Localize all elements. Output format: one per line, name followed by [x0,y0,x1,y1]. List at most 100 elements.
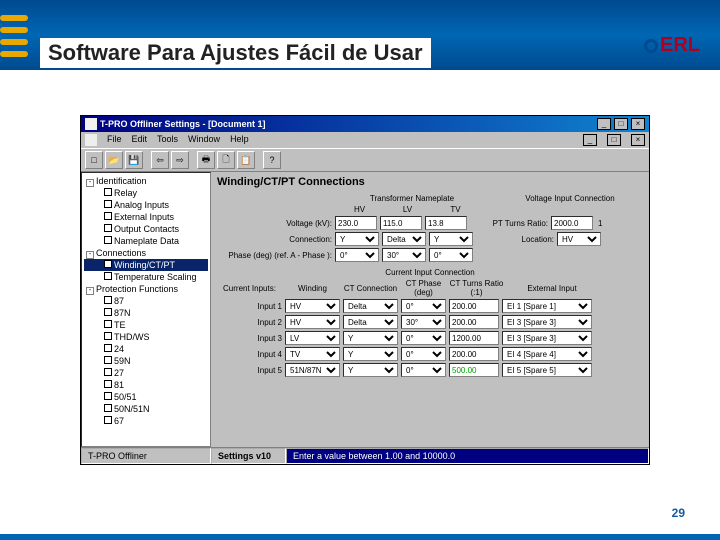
ct-phase-select[interactable]: 0° [401,331,446,345]
external-input-select[interactable]: EI 3 [Spare 3] [502,331,592,345]
menu-tools[interactable]: Tools [157,134,178,146]
toolbar-new-button[interactable]: □ [85,151,103,169]
connection-hv-select[interactable]: Y [335,232,379,246]
winding-select[interactable]: HV [285,299,340,313]
tree-item[interactable]: 87 [84,295,208,307]
doc-maximize-button[interactable]: □ [607,134,621,146]
toolbar-help-button[interactable]: ? [263,151,281,169]
ct-phase-select[interactable]: 0° [401,347,446,361]
tree-item[interactable]: Nameplate Data [84,235,208,247]
external-input-select[interactable]: EI 5 [Spare 5] [502,363,592,377]
pt-ratio-suffix: 1 [598,219,602,228]
ct-ratio-input[interactable] [449,363,499,377]
phase-lv-select[interactable]: 30° [382,248,426,262]
ring-decoration [0,15,28,57]
external-input-select[interactable]: EI 4 [Spare 4] [502,347,592,361]
ct-connection-select[interactable]: Delta [343,299,398,313]
status-message: Enter a value between 1.00 and 10000.0 [286,448,649,464]
titlebar: T-PRO Offliner Settings - [Document 1] _… [81,116,649,132]
toolbar-open-button[interactable]: 📂 [105,151,123,169]
tree-item[interactable]: -Connections [84,247,208,259]
status-app: T-PRO Offliner [81,448,211,464]
connection-tv-select[interactable]: Y [429,232,473,246]
external-input-select[interactable]: EI 1 [Spare 1] [502,299,592,313]
statusbar: T-PRO Offliner Settings v10 Enter a valu… [81,447,649,464]
tree-item[interactable]: 50N/51N [84,403,208,415]
tree-item[interactable]: Relay [84,187,208,199]
pt-ratio-input[interactable] [551,216,593,230]
minimize-button[interactable]: _ [597,118,611,130]
location-select[interactable]: HV [557,232,601,246]
menu-window[interactable]: Window [188,134,220,146]
col-tv: TV [433,205,478,214]
ct-ratio-input[interactable] [449,331,499,345]
winding-select[interactable]: 51N/87N [285,363,340,377]
menubar: File Edit Tools Window Help _ □ × [81,132,649,148]
col-external-input: External Input [507,284,597,293]
connection-lv-select[interactable]: Delta [382,232,426,246]
tree-item[interactable]: Winding/CT/PT [84,259,208,271]
toolbar-preview-button[interactable]: 🗋 [217,151,235,169]
tree-item[interactable]: -Identification [84,175,208,187]
menu-file[interactable]: File [107,134,122,146]
external-input-select[interactable]: EI 3 [Spare 3] [502,315,592,329]
winding-select[interactable]: TV [285,347,340,361]
tree-item[interactable]: 59N [84,355,208,367]
tree-item[interactable]: Output Contacts [84,223,208,235]
toolbar-nav-right-button[interactable]: ⇨ [171,151,189,169]
ct-ratio-input[interactable] [449,299,499,313]
current-input-row: Input 4TVY0°EI 4 [Spare 4] [217,347,643,361]
current-rows-container: Input 1HVDelta0°EI 1 [Spare 1]Input 2HVD… [217,299,643,377]
doc-icon [85,134,97,146]
ct-phase-select[interactable]: 0° [401,299,446,313]
col-ct-phase: CT Phase (deg) [401,279,446,297]
tree-item[interactable]: 67 [84,415,208,427]
toolbar-print-button[interactable]: 🖶 [197,151,215,169]
connection-label: Connection: [217,235,332,244]
phase-tv-select[interactable]: 0° [429,248,473,262]
ct-connection-select[interactable]: Y [343,347,398,361]
menu-edit[interactable]: Edit [132,134,148,146]
tree-item[interactable]: THD/WS [84,331,208,343]
ct-ratio-input[interactable] [449,315,499,329]
doc-minimize-button[interactable]: _ [583,134,597,146]
ct-connection-select[interactable]: Y [343,331,398,345]
ct-connection-select[interactable]: Delta [343,315,398,329]
doc-close-button[interactable]: × [631,134,645,146]
col-hv: HV [337,205,382,214]
voltage-tv-input[interactable] [425,216,467,230]
input-label: Input 2 [217,318,282,327]
nav-tree[interactable]: -IdentificationRelayAnalog InputsExterna… [81,172,211,447]
winding-select[interactable]: LV [285,331,340,345]
tree-item[interactable]: TE [84,319,208,331]
ct-phase-select[interactable]: 30° [401,315,446,329]
toolbar-save-button[interactable]: 💾 [125,151,143,169]
ct-connection-select[interactable]: Y [343,363,398,377]
slide-header: Software Para Ajustes Fácil de Usar ERL [0,0,720,70]
maximize-button[interactable]: □ [614,118,628,130]
tree-item[interactable]: 24 [84,343,208,355]
tree-item[interactable]: 81 [84,379,208,391]
close-button[interactable]: × [631,118,645,130]
menu-help[interactable]: Help [230,134,249,146]
toolbar-nav-left-button[interactable]: ⇦ [151,151,169,169]
input-label: Input 3 [217,334,282,343]
voltage-lv-input[interactable] [380,216,422,230]
toolbar: □ 📂 💾 ⇦ ⇨ 🖶 🗋 📋 ? [81,148,649,172]
winding-select[interactable]: HV [285,315,340,329]
tree-item[interactable]: -Protection Functions [84,283,208,295]
main-panel: Winding/CT/PT Connections Transformer Na… [211,172,649,447]
phase-hv-select[interactable]: 0° [335,248,379,262]
toolbar-copy-button[interactable]: 📋 [237,151,255,169]
bottom-bar [0,534,720,540]
tree-item[interactable]: Temperature Scaling [84,271,208,283]
tree-item[interactable]: 50/51 [84,391,208,403]
tree-item[interactable]: Analog Inputs [84,199,208,211]
ct-ratio-input[interactable] [449,347,499,361]
voltage-hv-input[interactable] [335,216,377,230]
tree-item[interactable]: 27 [84,367,208,379]
tree-item[interactable]: External Inputs [84,211,208,223]
ct-phase-select[interactable]: 0° [401,363,446,377]
app-icon [85,118,97,130]
tree-item[interactable]: 87N [84,307,208,319]
